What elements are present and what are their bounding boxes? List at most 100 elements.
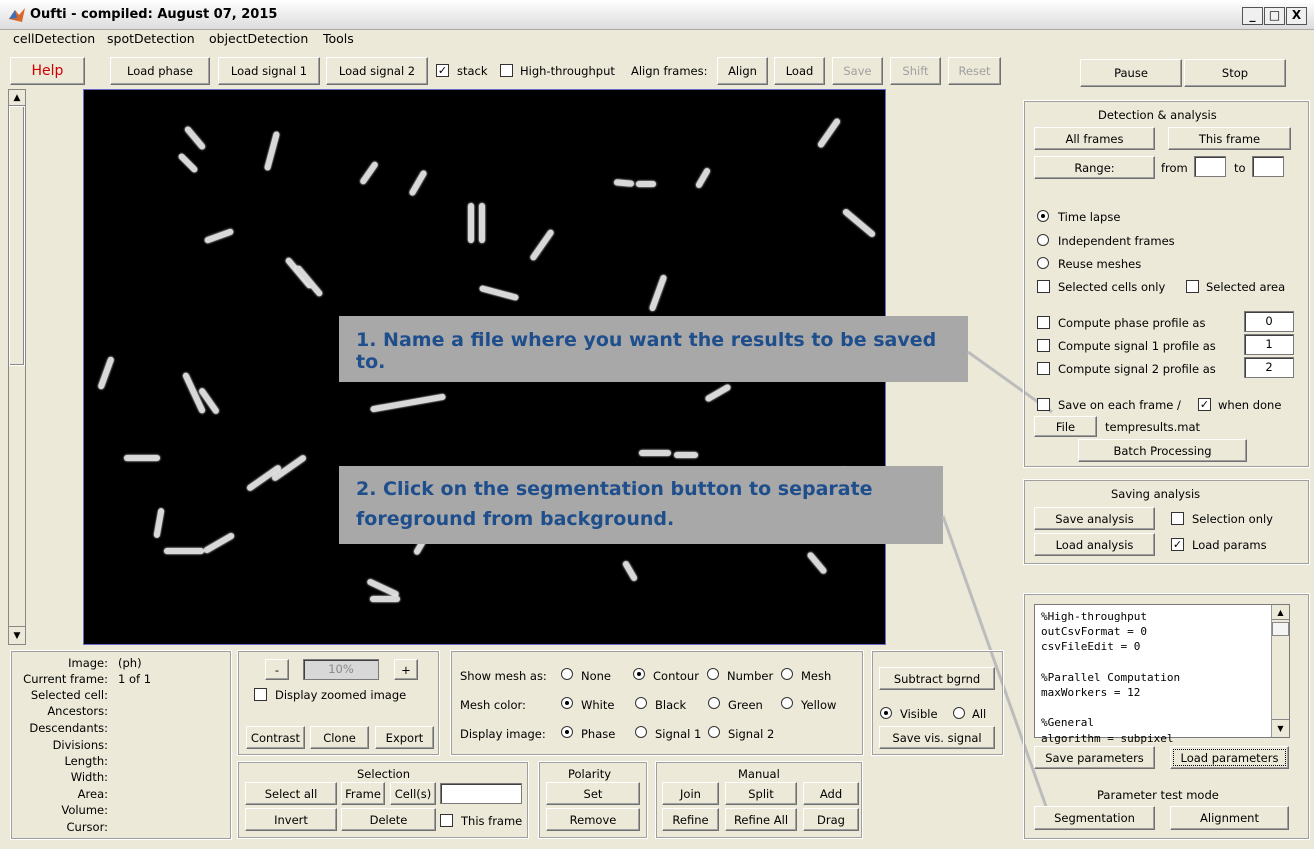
- add-button[interactable]: Add: [803, 782, 859, 805]
- stop-button[interactable]: Stop: [1184, 59, 1286, 87]
- invert-button[interactable]: Invert: [245, 808, 337, 831]
- range-to-input[interactable]: [1252, 156, 1284, 177]
- display-signal1-label: Signal 1: [655, 727, 702, 741]
- display-phase-radio[interactable]: [561, 726, 573, 738]
- refine-button[interactable]: Refine: [662, 808, 719, 831]
- delete-button[interactable]: Delete: [341, 808, 436, 831]
- display-signal2-radio[interactable]: [708, 726, 720, 738]
- visible-label: Visible: [900, 707, 938, 721]
- time-lapse-radio[interactable]: [1037, 210, 1049, 222]
- clone-button[interactable]: Clone: [310, 726, 369, 749]
- selected-area-checkbox[interactable]: [1186, 280, 1199, 293]
- cell: [674, 452, 698, 458]
- cell: [408, 169, 428, 197]
- compute-signal1-checkbox[interactable]: [1037, 339, 1050, 352]
- cells-button[interactable]: Cell(s): [390, 782, 436, 805]
- load-phase-button[interactable]: Load phase: [110, 57, 210, 85]
- save-vis-signal-button[interactable]: Save vis. signal: [879, 726, 995, 749]
- selection-only-checkbox[interactable]: [1171, 512, 1184, 525]
- load-signal1-button[interactable]: Load signal 1: [218, 57, 320, 85]
- reuse-meshes-radio[interactable]: [1037, 257, 1049, 269]
- mesh-number-label: Number: [727, 669, 774, 683]
- cell: [816, 117, 842, 149]
- frame-button[interactable]: Frame: [341, 782, 385, 805]
- scroll-thumb[interactable]: [1272, 622, 1289, 636]
- mesh-contour-radio[interactable]: [633, 668, 645, 680]
- scroll-down-icon[interactable]: ▼: [9, 626, 25, 644]
- load-signal2-button[interactable]: Load signal 2: [326, 57, 428, 85]
- mesh-none-radio[interactable]: [561, 668, 573, 680]
- pause-button[interactable]: Pause: [1080, 59, 1182, 87]
- independent-frames-radio[interactable]: [1037, 234, 1049, 246]
- menu-celldetection[interactable]: cellDetection: [13, 31, 95, 46]
- save-analysis-button[interactable]: Save analysis: [1034, 507, 1155, 530]
- maximize-button[interactable]: □: [1264, 7, 1285, 25]
- zoom-in-button[interactable]: +: [394, 659, 418, 680]
- menu-objectdetection[interactable]: objectDetection: [209, 31, 308, 46]
- refine-all-button[interactable]: Refine All: [725, 808, 797, 831]
- save-parameters-button[interactable]: Save parameters: [1034, 746, 1155, 769]
- zoom-level-input[interactable]: 10%: [303, 659, 379, 680]
- compute-signal2-input[interactable]: 2: [1244, 357, 1294, 378]
- save-button[interactable]: Save: [832, 57, 883, 85]
- scroll-down-icon[interactable]: ▼: [1272, 719, 1289, 736]
- batch-processing-button[interactable]: Batch Processing: [1078, 439, 1247, 462]
- load-parameters-button[interactable]: Load parameters: [1170, 746, 1289, 769]
- subtract-bgrnd-button[interactable]: Subtract bgrnd: [879, 667, 995, 690]
- all-frames-button[interactable]: All frames: [1034, 127, 1155, 150]
- scroll-up-icon[interactable]: ▲: [9, 90, 25, 106]
- polarity-remove-button[interactable]: Remove: [546, 808, 640, 831]
- color-green-radio[interactable]: [708, 697, 720, 709]
- shift-button[interactable]: Shift: [890, 57, 941, 85]
- help-button[interactable]: Help: [10, 57, 85, 85]
- save-each-frame-checkbox[interactable]: [1037, 398, 1050, 411]
- display-signal1-radio[interactable]: [635, 726, 647, 738]
- align-button[interactable]: Align: [717, 57, 768, 85]
- range-button[interactable]: Range:: [1034, 156, 1155, 179]
- parameters-scrollbar[interactable]: ▲ ▼: [1271, 605, 1289, 737]
- load-params-checkbox[interactable]: ✓: [1171, 538, 1184, 551]
- visible-radio[interactable]: [880, 707, 892, 719]
- file-button[interactable]: File: [1034, 416, 1097, 437]
- split-button[interactable]: Split: [725, 782, 797, 805]
- reset-button[interactable]: Reset: [948, 57, 1001, 85]
- contrast-button[interactable]: Contrast: [246, 726, 305, 749]
- drag-button[interactable]: Drag: [803, 808, 859, 831]
- high-throughput-checkbox[interactable]: [500, 64, 513, 77]
- display-zoomed-checkbox[interactable]: [254, 688, 267, 701]
- frame-scrollbar[interactable]: ▲ ▼: [8, 89, 26, 645]
- selected-cells-only-checkbox[interactable]: [1037, 280, 1050, 293]
- compute-signal1-input[interactable]: 1: [1244, 334, 1294, 355]
- all-radio[interactable]: [953, 707, 965, 719]
- selection-this-frame-checkbox[interactable]: [440, 814, 453, 827]
- compute-signal2-checkbox[interactable]: [1037, 362, 1050, 375]
- stack-checkbox[interactable]: ✓: [436, 64, 449, 77]
- polarity-set-button[interactable]: Set: [546, 782, 640, 805]
- mesh-number-radio[interactable]: [707, 668, 719, 680]
- alignment-button[interactable]: Alignment: [1170, 806, 1289, 830]
- menu-spotdetection[interactable]: spotDetection: [107, 31, 195, 46]
- select-all-button[interactable]: Select all: [245, 782, 337, 805]
- menu-tools[interactable]: Tools: [323, 31, 354, 46]
- load-analysis-button[interactable]: Load analysis: [1034, 533, 1155, 556]
- load-button[interactable]: Load: [774, 57, 825, 85]
- compute-phase-checkbox[interactable]: [1037, 316, 1050, 329]
- this-frame-button[interactable]: This frame: [1168, 127, 1291, 150]
- color-white-radio[interactable]: [561, 697, 573, 709]
- export-button[interactable]: Export: [375, 726, 434, 749]
- close-button[interactable]: X: [1286, 7, 1307, 25]
- scroll-thumb[interactable]: [9, 106, 25, 366]
- segmentation-button[interactable]: Segmentation: [1034, 806, 1155, 830]
- minimize-button[interactable]: _: [1242, 7, 1263, 25]
- scroll-up-icon[interactable]: ▲: [1272, 605, 1289, 620]
- zoom-out-button[interactable]: -: [265, 659, 289, 680]
- compute-phase-input[interactable]: 0: [1244, 311, 1294, 332]
- when-done-checkbox[interactable]: ✓: [1198, 398, 1211, 411]
- join-button[interactable]: Join: [662, 782, 719, 805]
- mesh-mesh-radio[interactable]: [781, 668, 793, 680]
- color-black-radio[interactable]: [635, 697, 647, 709]
- parameters-text-area[interactable]: %High-throughput outCsvFormat = 0 csvFil…: [1034, 604, 1290, 745]
- cells-input[interactable]: [440, 783, 522, 804]
- range-from-input[interactable]: [1194, 156, 1226, 177]
- color-yellow-radio[interactable]: [781, 697, 793, 709]
